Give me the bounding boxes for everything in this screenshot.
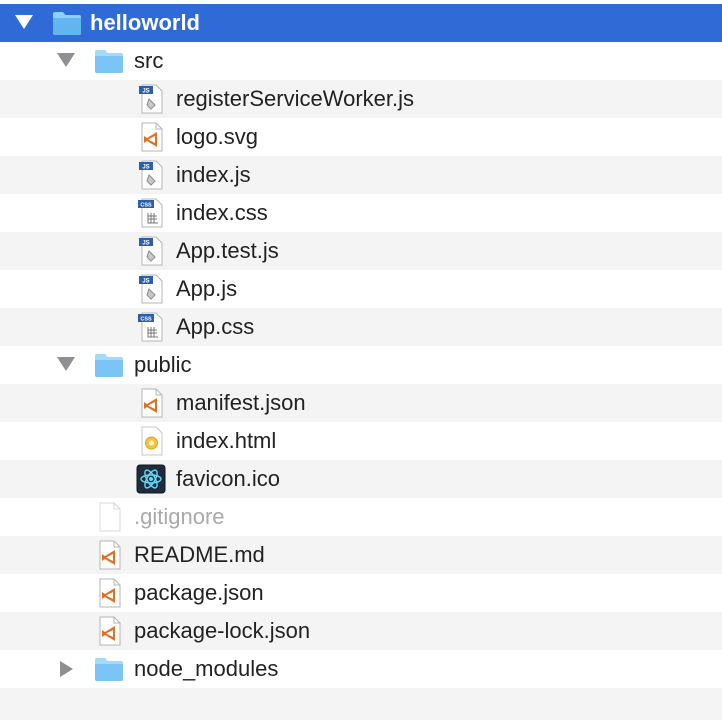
disclosure-closed-icon[interactable] [60,661,73,677]
svg-text:JS: JS [142,89,149,95]
vscode-file-icon [93,615,125,647]
tree-row-file[interactable]: JS App.js [0,270,722,308]
tree-row-file[interactable]: JS registerServiceWorker.js [0,80,722,118]
tree-row-helloworld[interactable]: helloworld [0,4,722,42]
tree-row-src[interactable]: src [0,42,722,80]
css-file-icon: CSS [135,197,167,229]
tree-row-label: index.html [176,428,277,453]
tree-row-label: public [134,352,192,377]
disclosure-open-icon[interactable] [57,53,75,67]
tree-row-file[interactable]: manifest.json [0,384,722,422]
vscode-file-icon [135,121,167,153]
tree-row-label: App.css [176,314,255,339]
svg-text:CSS: CSS [140,203,152,209]
tree-row-label: index.css [176,200,268,225]
tree-row-node-modules[interactable]: node_modules [0,650,722,688]
js-file-icon: JS [135,273,167,305]
empty-stripe [0,688,722,720]
tree-row-label: src [134,48,164,73]
svg-text:CSS: CSS [140,317,152,323]
tree-row-label: package.json [134,580,264,605]
tree-row-file[interactable]: README.md [0,536,722,574]
tree-row-file[interactable]: logo.svg [0,118,722,156]
svg-text:JS: JS [142,241,149,247]
tree-row-file[interactable]: .gitignore [0,498,722,536]
tree-row-label: favicon.ico [176,466,280,491]
blank-file-icon [93,501,125,533]
vscode-file-icon [93,577,125,609]
vscode-file-icon [93,539,125,571]
tree-row-label: App.test.js [176,238,279,263]
vscode-file-icon [135,387,167,419]
tree-row-label: registerServiceWorker.js [176,86,414,111]
tree-row-label: index.js [176,162,251,187]
tree-row-label: manifest.json [176,390,306,415]
file-tree: helloworld src JS registerServiceWorker.… [0,0,722,720]
tree-row-file[interactable]: CSS App.css [0,308,722,346]
tree-row-file[interactable]: JS App.test.js [0,232,722,270]
tree-row-label: helloworld [90,10,200,35]
folder-icon [51,7,83,39]
js-file-icon: JS [135,235,167,267]
disclosure-open-icon[interactable] [15,15,33,29]
react-icon [135,463,167,495]
tree-row-file[interactable]: JS index.js [0,156,722,194]
css-file-icon: CSS [135,311,167,343]
tree-row-file[interactable]: package.json [0,574,722,612]
tree-row-label: README.md [134,542,265,567]
folder-icon [93,45,125,77]
tree-row-file[interactable]: favicon.ico [0,460,722,498]
svg-text:JS: JS [142,165,149,171]
folder-icon [93,653,125,685]
tree-row-public[interactable]: public [0,346,722,384]
js-file-icon: JS [135,159,167,191]
tree-row-file[interactable]: CSS index.css [0,194,722,232]
html-file-icon [135,425,167,457]
svg-text:JS: JS [142,279,149,285]
tree-row-label: .gitignore [134,504,225,529]
tree-row-file[interactable]: index.html [0,422,722,460]
tree-row-file[interactable]: package-lock.json [0,612,722,650]
tree-row-label: package-lock.json [134,618,311,643]
tree-row-label: node_modules [134,656,279,681]
disclosure-open-icon[interactable] [57,357,75,371]
tree-row-label: App.js [176,276,238,301]
js-file-icon: JS [135,83,167,115]
tree-row-label: logo.svg [176,124,258,149]
folder-icon [93,349,125,381]
